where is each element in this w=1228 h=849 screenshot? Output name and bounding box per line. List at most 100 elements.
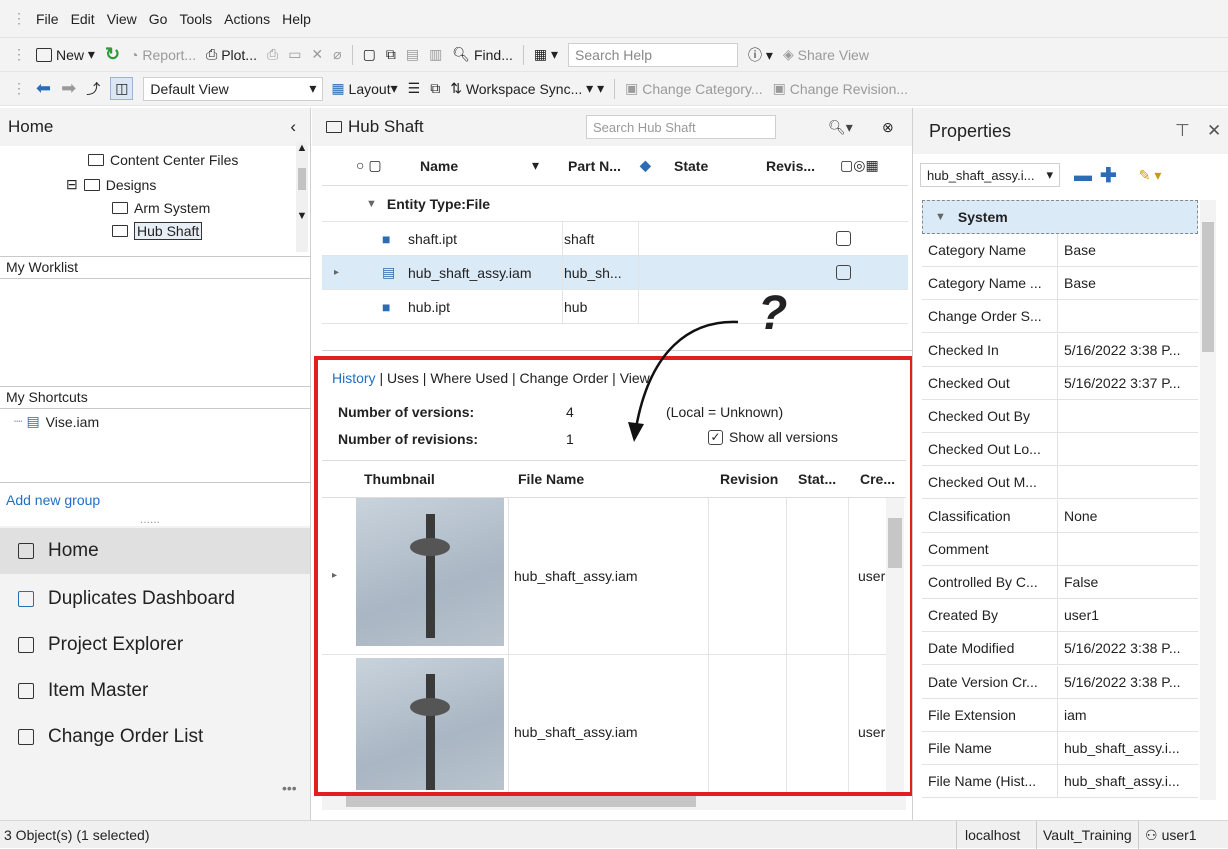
edit-pencil-icon[interactable]: ✎ ▾ (1139, 167, 1162, 184)
property-row[interactable]: File Name hub_shaft_assy.i... (922, 732, 1198, 765)
share-view-button[interactable]: ◈ Share View (783, 46, 869, 63)
nav-change-order-list[interactable]: Change Order List (0, 714, 310, 760)
select-all-icon[interactable]: ○ ▢ (356, 157, 382, 174)
property-row[interactable]: Checked Out 5/16/2022 3:37 P... (922, 366, 1198, 400)
workspace-sync-button[interactable]: ⇅ Workspace Sync... ▾ ▾ (450, 80, 604, 97)
add-new-group-link[interactable]: Add new group (6, 492, 100, 508)
search-options-icon[interactable]: 🔍︎▾ (828, 119, 853, 136)
report-button[interactable]: ◔ Report... (130, 47, 196, 63)
menu-go[interactable]: Go (149, 11, 168, 27)
nav-home[interactable]: Home (0, 528, 310, 574)
property-row[interactable]: File Extension iam (922, 698, 1198, 732)
menu-file[interactable]: File (36, 11, 59, 27)
forward-arrow-icon[interactable]: ➡ (61, 78, 76, 99)
column-icons[interactable]: ▢◎▦ (840, 157, 879, 174)
nav-project-explorer[interactable]: Project Explorer (0, 622, 310, 668)
rename-icon[interactable]: ▥ (429, 46, 442, 63)
property-row[interactable]: Classification None (922, 499, 1198, 533)
new-button[interactable]: New ▾ (36, 46, 95, 63)
shortcuts-label[interactable]: My Shortcuts (6, 389, 88, 405)
tree-item-designs[interactable]: ⊟ Designs (66, 176, 156, 193)
tree-icon[interactable]: ⧉ (430, 80, 440, 97)
tools-dropdown[interactable]: ▦ ▾ (534, 46, 558, 63)
menu-actions[interactable]: Actions (224, 11, 270, 27)
collapse-minus-icon[interactable]: ⊟ (66, 176, 78, 193)
property-row[interactable]: Checked Out By (922, 400, 1198, 433)
menu-view[interactable]: View (107, 11, 137, 27)
view-select[interactable]: Default View ▾ (143, 76, 324, 101)
nav-item-master[interactable]: Item Master (0, 668, 310, 714)
shortcut-vise[interactable]: ┈ ▤ Vise.iam (14, 413, 99, 430)
tree-scrollbar[interactable]: ▲ ▼ (296, 142, 308, 252)
add-icon[interactable]: ✚ (1100, 163, 1117, 188)
attach-icon[interactable]: ⌀ (333, 46, 341, 63)
help-icon[interactable]: ⓘ ▾ (748, 45, 773, 65)
property-row[interactable]: Created By user1 (922, 599, 1198, 633)
property-row[interactable]: Checked Out Lo... (922, 433, 1198, 467)
tree-item-arm-system[interactable]: Arm System (112, 200, 210, 216)
pin-icon[interactable]: ⊤ (1175, 121, 1190, 141)
property-row[interactable]: File Name (Hist... hub_shaft_assy.i... (922, 765, 1198, 799)
change-revision-button[interactable]: ▣ Change Revision... (773, 80, 908, 97)
table-row[interactable]: ■ hub.ipt hub (322, 290, 908, 324)
collapse-chevron-icon[interactable]: ‹ (290, 117, 296, 137)
tree-item-content-center[interactable]: Content Center Files (88, 152, 238, 168)
refresh-button[interactable]: ↻ (105, 44, 120, 65)
status-bar: 3 Object(s) (1 selected) localhost Vault… (0, 820, 1228, 849)
back-arrow-icon[interactable]: ⬅ (36, 78, 51, 99)
layout-button[interactable]: ▦ Layout ▾ (331, 80, 397, 97)
user-status[interactable]: ⚇ user1 (1138, 821, 1203, 849)
property-group-system[interactable]: ▼ System (922, 200, 1198, 234)
add-file-icon[interactable]: ▢ (363, 46, 376, 63)
table-row[interactable]: ■ shaft.ipt shaft (322, 222, 908, 256)
col-state[interactable]: State (674, 158, 708, 174)
property-selector[interactable]: hub_shaft_assy.i... ▾ (920, 163, 1060, 187)
preview-icon[interactable]: ▭ (288, 46, 301, 63)
property-row[interactable]: Date Version Cr... 5/16/2022 3:38 P... (922, 665, 1198, 699)
property-row[interactable]: Checked Out M... (922, 466, 1198, 500)
property-row[interactable]: Category Name ... Base (922, 267, 1198, 301)
property-row[interactable]: Controlled By C... False (922, 566, 1198, 599)
remove-icon[interactable]: ▬ (1074, 165, 1092, 186)
group-collapse-icon[interactable]: ▼ (366, 198, 377, 210)
plot-button[interactable]: ⎙ Plot... (206, 46, 257, 63)
close-icon[interactable]: ✕ (1207, 121, 1221, 141)
change-category-button[interactable]: ▣ Change Category... (625, 80, 763, 97)
menu-tools[interactable]: Tools (179, 11, 212, 27)
row-checkbox[interactable] (836, 231, 851, 246)
search-help-input[interactable]: Search Help (568, 42, 739, 67)
resize-grip-icon[interactable]: ...... (140, 512, 160, 526)
property-row[interactable]: Comment (922, 532, 1198, 566)
delete-icon[interactable]: ✕ (311, 46, 323, 63)
list-icon[interactable]: ☰ (408, 80, 421, 97)
more-icon[interactable]: ••• (282, 780, 297, 796)
property-row[interactable]: Checked In 5/16/2022 3:38 P... (922, 333, 1198, 367)
row-expand-icon[interactable]: ▸ (334, 267, 339, 278)
row-checkbox[interactable] (836, 265, 851, 280)
pane-toggle-icon[interactable]: ◫ (110, 77, 134, 100)
col-revision[interactable]: Revis... (766, 158, 815, 174)
search-folder-input[interactable]: Search Hub Shaft (586, 115, 776, 139)
properties-scrollbar[interactable] (1200, 200, 1216, 800)
print-icon[interactable]: ⎙ (267, 46, 278, 63)
splitter[interactable] (310, 108, 311, 820)
property-row[interactable]: Change Order S... (922, 300, 1198, 334)
worklist-label[interactable]: My Worklist (6, 259, 78, 275)
sort-icon[interactable]: ▾ (532, 157, 539, 174)
col-name[interactable]: Name (420, 158, 458, 174)
collapse-icon[interactable]: ⊗ (882, 119, 894, 136)
group-collapse-icon[interactable]: ▼ (935, 211, 946, 223)
find-button[interactable]: 🔍︎ Find... (452, 46, 513, 63)
up-folder-icon[interactable]: ⤴ (86, 79, 100, 99)
menu-help[interactable]: Help (282, 11, 311, 27)
property-row[interactable]: Category Name Base (922, 234, 1198, 267)
property-row[interactable]: Date Modified 5/16/2022 3:38 P... (922, 632, 1198, 666)
menu-edit[interactable]: Edit (71, 11, 95, 27)
move-icon[interactable]: ▤ (406, 46, 419, 63)
copy-design-icon[interactable]: ⧉ (386, 46, 396, 63)
group-row[interactable]: ▼ Entity Type:File (322, 186, 908, 222)
nav-duplicates-dashboard[interactable]: Duplicates Dashboard (0, 576, 310, 622)
table-row-selected[interactable]: ▸ ▤ hub_shaft_assy.iam hub_sh... (322, 256, 908, 290)
tree-item-hub-shaft[interactable]: Hub Shaft (112, 222, 203, 240)
col-part-number[interactable]: Part N... (568, 158, 621, 174)
